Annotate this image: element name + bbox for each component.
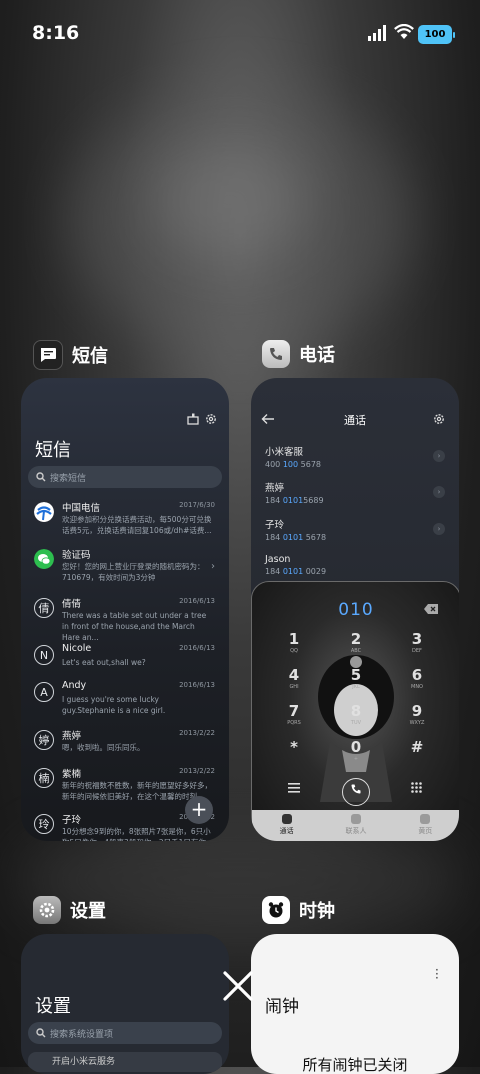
search-input[interactable]: 搜索系统设置项: [28, 1022, 222, 1044]
avatar: 婷: [34, 730, 54, 750]
keypad-icon[interactable]: [411, 782, 422, 793]
app-header-phone[interactable]: 电话: [262, 340, 335, 368]
dial-key[interactable]: 6 MNO: [397, 666, 437, 690]
app-header-sms[interactable]: 短信: [33, 340, 108, 370]
search-icon: [36, 1028, 46, 1038]
app-name: 设置: [70, 901, 106, 922]
clock-app-card[interactable]: · · · 闹钟 所有闹钟已关闭: [251, 934, 459, 1074]
dial-key[interactable]: 0 +: [336, 738, 376, 762]
app-name: 电话: [299, 345, 335, 366]
chevron-right-icon[interactable]: ›: [433, 486, 445, 498]
tab-calls[interactable]: 通话: [252, 810, 321, 841]
more-options-icon[interactable]: · · ·: [435, 964, 439, 984]
avatar: 倩: [34, 598, 54, 618]
sms-app-card[interactable]: 短信 搜索短信 中国电信 2017/6/30 欢迎参加积分兑换话费活动，每500…: [21, 378, 229, 841]
dial-key[interactable]: #: [397, 738, 437, 756]
search-icon: [36, 472, 46, 482]
chevron-right-icon[interactable]: ›: [433, 523, 445, 535]
tab-contacts[interactable]: 联系人: [321, 810, 390, 841]
phone-app-icon: [262, 340, 290, 368]
list-item[interactable]: 验证码 您好！您的网上营业厅登录的随机密码为：710679，有效时间为3分钟 ›: [27, 547, 223, 593]
clean-icon[interactable]: [187, 413, 199, 425]
page-title: 设置: [35, 996, 71, 1017]
page-title: 短信: [35, 440, 71, 461]
dial-key[interactable]: 1 QQ: [274, 630, 314, 654]
dial-key[interactable]: 7 PQRS: [274, 702, 314, 726]
wifi-icon: [394, 24, 414, 39]
list-item[interactable]: 中国电信 2017/6/30 欢迎参加积分兑换话费活动，每500分可兑换话费5元…: [27, 500, 223, 546]
page-title: 通话: [344, 414, 366, 427]
contact-row[interactable]: Jason 184 0101 0029: [265, 554, 445, 584]
settings-item-mi-cloud[interactable]: 开启小米云服务: [28, 1052, 222, 1072]
status-bar: 8:16 100: [0, 0, 480, 66]
chevron-right-icon[interactable]: ›: [433, 450, 445, 462]
contact-row[interactable]: 燕婷 184 01015689 ›: [265, 480, 445, 510]
search-placeholder: 搜索系统设置项: [50, 1029, 114, 1040]
phone-icon: [351, 784, 361, 794]
battery-icon: 100: [418, 25, 455, 44]
phone-icon: [281, 814, 292, 824]
call-button[interactable]: [342, 778, 370, 806]
close-all-icon[interactable]: [220, 968, 256, 1004]
app-name: 短信: [72, 346, 108, 367]
menu-icon[interactable]: [288, 783, 300, 793]
phone-app-card[interactable]: 通话 小米客服 400 100 5678 › 燕婷 184 01015689 ›…: [251, 378, 459, 841]
dial-key[interactable]: 3 DEF: [397, 630, 437, 654]
settings-gear-icon[interactable]: [205, 413, 217, 425]
list-item[interactable]: 倩 倩倩 2016/6/13 There was a table set out…: [27, 596, 223, 642]
app-header-clock[interactable]: 时钟: [262, 896, 335, 924]
list-item[interactable]: A Andy 2016/6/13 I guess you're some luc…: [27, 680, 223, 726]
app-name: 时钟: [299, 901, 335, 922]
tab-yellow-pages[interactable]: 黄页: [391, 810, 459, 841]
new-message-button[interactable]: +: [185, 796, 213, 824]
dial-key[interactable]: 2 ABC: [336, 630, 376, 654]
dial-key[interactable]: 5 JKL: [336, 666, 376, 690]
search-placeholder: 搜索短信: [50, 473, 87, 484]
empty-state-text: 所有闹钟已关闭: [302, 1056, 408, 1074]
clock-app-icon: [262, 896, 290, 924]
signal-icon: [368, 25, 386, 41]
contact-row[interactable]: 子玲 184 0101 5678 ›: [265, 517, 445, 547]
contact-row[interactable]: 小米客服 400 100 5678 ›: [265, 444, 445, 474]
contacts-icon: [350, 814, 361, 824]
dial-key[interactable]: 9 WXYZ: [397, 702, 437, 726]
settings-gear-icon[interactable]: [433, 413, 445, 425]
dial-key[interactable]: 8 TUV: [336, 702, 376, 726]
dial-key[interactable]: 4 GHI: [274, 666, 314, 690]
page-title: 闹钟: [265, 997, 299, 1017]
backspace-icon[interactable]: [424, 604, 438, 614]
china-telecom-logo-icon: [34, 502, 54, 522]
chevron-right-icon: ›: [211, 561, 215, 572]
yellow-pages-icon: [420, 814, 431, 824]
app-header-settings[interactable]: 设置: [33, 896, 106, 924]
settings-app-icon: [33, 896, 61, 924]
avatar: A: [34, 682, 54, 702]
avatar: 楠: [34, 768, 54, 788]
avatar: 玲: [34, 814, 54, 834]
bottom-tab-bar: 通话 联系人 黄页: [252, 810, 459, 841]
sms-app-icon: [33, 340, 63, 370]
dialpad-panel[interactable]: 010 1 QQ 2 ABC 3 DEF 4 GHI 5 JKL 6 MNO 7 PQRS 8…: [251, 581, 459, 841]
settings-app-card[interactable]: 设置 搜索系统设置项 开启小米云服务: [21, 934, 229, 1074]
wechat-icon: [34, 549, 54, 569]
avatar: N: [34, 645, 54, 665]
dial-key[interactable]: *: [274, 738, 314, 756]
search-input[interactable]: 搜索短信: [28, 466, 222, 488]
status-time: 8:16: [32, 22, 80, 44]
